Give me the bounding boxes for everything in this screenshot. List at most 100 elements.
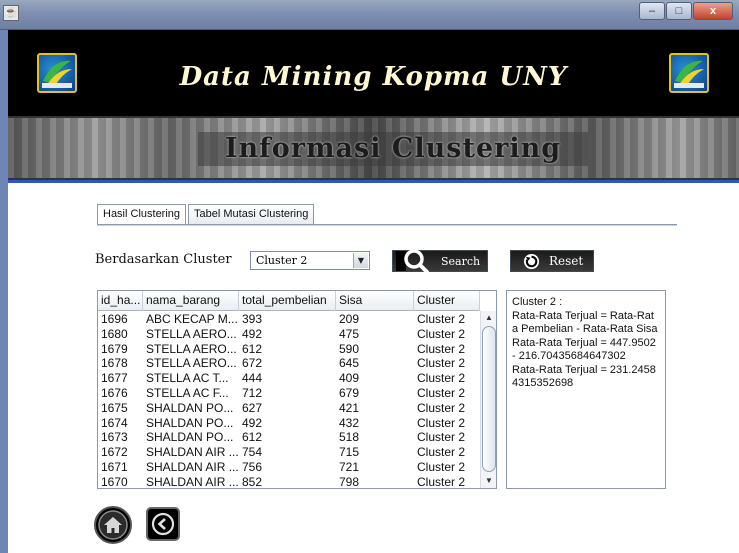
home-icon	[98, 510, 128, 540]
cell-nama-barang: SHALDAN AIR ...	[146, 445, 239, 460]
cell-id: 1696	[101, 312, 128, 326]
cell-cluster: Cluster 2	[417, 400, 466, 415]
cell-id: 1675	[101, 400, 128, 415]
cell-id: 1674	[101, 415, 128, 430]
cell-nama-barang: STELLA AERO...	[146, 341, 237, 356]
table-body: 1696 ABC KECAP M... 393 209 Cluster 2 1680 STE…	[98, 312, 480, 490]
section-title: Informasi Clustering	[198, 132, 588, 166]
cell-total-pembelian: 712	[242, 385, 263, 400]
table-row[interactable]: 1677 STELLA AC T... 444 409 Cluster 2	[98, 371, 480, 386]
table-scrollbar[interactable]: ▲ ▼	[480, 311, 496, 488]
window-titlebar[interactable]: ☕ – □ x	[0, 0, 739, 30]
cell-cluster: Cluster 2	[417, 474, 466, 489]
reset-button-label: Reset	[549, 254, 584, 268]
scroll-thumb[interactable]	[482, 326, 496, 472]
chevron-down-icon[interactable]: ▼	[353, 253, 368, 268]
cell-sisa: 432	[339, 415, 360, 430]
cell-cluster: Cluster 2	[417, 415, 466, 430]
cell-total-pembelian: 492	[242, 415, 263, 430]
cell-sisa: 590	[339, 341, 360, 356]
scroll-down-icon[interactable]: ▼	[483, 475, 495, 487]
column-header-cluster[interactable]: Cluster	[414, 291, 480, 311]
cell-sisa: 798	[339, 474, 360, 489]
cell-total-pembelian: 754	[242, 445, 263, 460]
cell-total-pembelian: 627	[242, 400, 263, 415]
table-row[interactable]: 1680 STELLA AERO... 492 475 Cluster 2	[98, 327, 480, 342]
app-title: Data Mining Kopma UNY	[179, 62, 568, 92]
column-header-total-pembelian[interactable]: total_pembelian	[239, 291, 336, 311]
tab-hasil-clustering[interactable]: Hasil Clustering	[97, 204, 187, 225]
minimize-button[interactable]: –	[639, 2, 665, 20]
cell-total-pembelian: 444	[242, 371, 263, 386]
cell-cluster: Cluster 2	[417, 326, 466, 341]
cell-id: 1680	[101, 326, 128, 341]
window-controls: – □ x	[639, 2, 733, 20]
column-header-id[interactable]: id_ha...	[98, 291, 143, 311]
cell-sisa: 421	[339, 400, 360, 415]
table-row[interactable]: 1673 SHALDAN PO... 612 518 Cluster 2	[98, 430, 480, 445]
column-header-sisa[interactable]: Sisa	[336, 291, 414, 311]
table-row[interactable]: 1678 STELLA AERO... 672 645 Cluster 2	[98, 356, 480, 371]
cell-nama-barang: SHALDAN PO...	[146, 430, 234, 445]
java-app-icon: ☕	[3, 5, 19, 21]
cell-id: 1676	[101, 385, 128, 400]
cell-total-pembelian: 393	[242, 312, 263, 326]
cluster-table[interactable]: id_ha... nama_barang total_pembelian Sis…	[97, 290, 497, 489]
cell-cluster: Cluster 2	[417, 312, 466, 326]
header-divider	[8, 180, 739, 183]
cell-total-pembelian: 756	[242, 459, 263, 474]
cell-nama-barang: STELLA AC F...	[146, 385, 229, 400]
close-button[interactable]: x	[693, 2, 733, 20]
cell-id: 1671	[101, 459, 128, 474]
cell-total-pembelian: 492	[242, 326, 263, 341]
cell-cluster: Cluster 2	[417, 385, 466, 400]
cell-total-pembelian: 672	[242, 356, 263, 371]
cluster-info-panel[interactable]: Cluster 2 : Rata-Rata Terjual = Rata-Rat…	[506, 290, 666, 489]
cell-nama-barang: STELLA AC T...	[146, 371, 229, 386]
table-row[interactable]: 1670 SHALDAN AIR ... 852 798 Cluster 2	[98, 475, 480, 490]
reset-button[interactable]: Reset	[510, 250, 594, 272]
cell-cluster: Cluster 2	[417, 371, 466, 386]
search-button[interactable]: Search	[392, 249, 488, 274]
tab-bar: Hasil Clustering Tabel Mutasi Clustering	[97, 204, 315, 225]
filter-label: Berdasarkan Cluster	[95, 252, 232, 267]
table-row[interactable]: 1672 SHALDAN AIR ... 754 715 Cluster 2	[98, 445, 480, 460]
cell-sisa: 679	[339, 385, 360, 400]
home-button[interactable]	[94, 506, 132, 544]
header-banner: Data Mining Kopma UNY Informasi Clusteri…	[8, 30, 739, 180]
back-button[interactable]	[146, 507, 180, 541]
cluster-info-text: Cluster 2 : Rata-Rata Terjual = Rata-Rat…	[512, 296, 658, 389]
cell-cluster: Cluster 2	[417, 341, 466, 356]
cell-total-pembelian: 612	[242, 341, 263, 356]
cell-sisa: 645	[339, 356, 360, 371]
maximize-button[interactable]: □	[666, 2, 692, 20]
cell-sisa: 209	[339, 312, 360, 326]
cell-id: 1673	[101, 430, 128, 445]
table-row[interactable]: 1696 ABC KECAP M... 393 209 Cluster 2	[98, 312, 480, 327]
cell-nama-barang: SHALDAN PO...	[146, 400, 234, 415]
table-row[interactable]: 1674 SHALDAN PO... 492 432 Cluster 2	[98, 416, 480, 431]
table-row[interactable]: 1676 STELLA AC F... 712 679 Cluster 2	[98, 386, 480, 401]
cell-cluster: Cluster 2	[417, 356, 466, 371]
scroll-up-icon[interactable]: ▲	[483, 312, 495, 324]
cell-cluster: Cluster 2	[417, 445, 466, 460]
cell-nama-barang: STELLA AERO...	[146, 326, 237, 341]
section-banner: Informasi Clustering	[8, 116, 739, 180]
reset-icon	[523, 253, 540, 270]
cell-cluster: Cluster 2	[417, 430, 466, 445]
cell-id: 1677	[101, 371, 128, 386]
cell-total-pembelian: 852	[242, 474, 263, 489]
cell-id: 1670	[101, 474, 128, 489]
cluster-select-value: Cluster 2	[256, 254, 308, 267]
cluster-select[interactable]: Cluster 2 ▼	[250, 251, 370, 270]
table-row[interactable]: 1675 SHALDAN PO... 627 421 Cluster 2	[98, 401, 480, 416]
cell-cluster: Cluster 2	[417, 459, 466, 474]
cell-nama-barang: SHALDAN PO...	[146, 415, 234, 430]
table-row[interactable]: 1671 SHALDAN AIR ... 756 721 Cluster 2	[98, 460, 480, 475]
cell-nama-barang: SHALDAN AIR ...	[146, 459, 239, 474]
tab-tabel-mutasi-clustering[interactable]: Tabel Mutasi Clustering	[188, 204, 315, 225]
column-header-nama-barang[interactable]: nama_barang	[143, 291, 239, 311]
cell-nama-barang: SHALDAN AIR ...	[146, 474, 239, 489]
window-left-border	[0, 30, 8, 553]
table-row[interactable]: 1679 STELLA AERO... 612 590 Cluster 2	[98, 342, 480, 357]
